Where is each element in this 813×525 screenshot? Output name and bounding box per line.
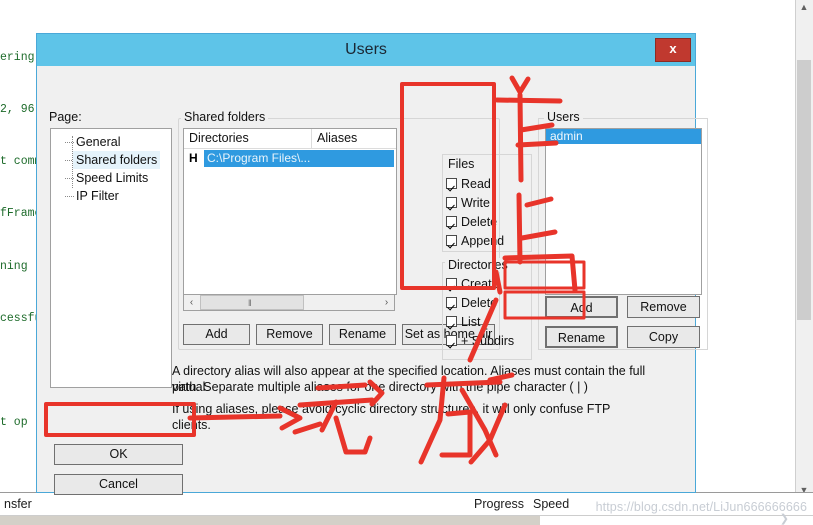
checkbox-icon[interactable] bbox=[446, 335, 457, 346]
checkbox-label: Delete bbox=[461, 296, 498, 310]
column-transfer[interactable]: nsfer bbox=[0, 493, 373, 516]
folder-remove-button[interactable]: Remove bbox=[256, 324, 323, 345]
checkbox-dir-delete[interactable]: Delete bbox=[446, 295, 497, 311]
checkbox-icon[interactable] bbox=[446, 197, 457, 208]
column-directories[interactable]: Directories bbox=[184, 129, 312, 148]
checkbox-file-append[interactable]: Append bbox=[446, 233, 504, 249]
checkbox-label: List bbox=[461, 315, 481, 329]
tree-item-general[interactable]: General bbox=[73, 133, 123, 151]
checkbox-dir-create[interactable]: Create bbox=[446, 276, 499, 292]
user-rename-button[interactable]: Rename bbox=[545, 326, 618, 348]
directory-path[interactable]: C:\Program Files\... bbox=[204, 150, 394, 167]
cancel-button[interactable]: Cancel bbox=[54, 474, 183, 495]
shared-folders-list[interactable]: Directories Aliases H C:\Program Files\.… bbox=[183, 128, 397, 295]
help-text-line-2: path. Separate multiple aliases for one … bbox=[172, 380, 588, 394]
checkbox-icon[interactable] bbox=[446, 216, 457, 227]
checkbox-file-delete[interactable]: Delete bbox=[446, 214, 497, 230]
checkbox-label: Read bbox=[461, 177, 491, 191]
checkbox-icon[interactable] bbox=[446, 178, 457, 189]
scroll-up-icon[interactable]: ▲ bbox=[797, 0, 811, 14]
checkbox-label: Append bbox=[461, 234, 505, 248]
users-legend: Users bbox=[544, 110, 583, 124]
files-legend: Files bbox=[445, 157, 478, 171]
background-vertical-scrollbar[interactable]: ▲ ▼ bbox=[795, 0, 813, 497]
dialog-body: Page: General Shared folders Speed Limit… bbox=[38, 66, 708, 495]
watermark-arrow-icon: ❯ bbox=[779, 513, 789, 525]
status-greybar bbox=[0, 516, 540, 525]
ok-button[interactable]: OK bbox=[54, 444, 183, 465]
tree-branch-icon bbox=[60, 133, 74, 151]
list-item[interactable]: admin bbox=[546, 129, 701, 144]
user-copy-button[interactable]: Copy bbox=[627, 326, 700, 348]
users-dialog: Users x Page: General Shared folders Spe… bbox=[36, 33, 708, 495]
folder-rename-button[interactable]: Rename bbox=[329, 324, 396, 345]
page-label: Page: bbox=[49, 110, 82, 124]
checkbox-icon[interactable] bbox=[446, 297, 457, 308]
help-text-line-3: If using aliases, please avoid cyclic di… bbox=[172, 402, 611, 432]
tree-item-ip-filter[interactable]: IP Filter bbox=[73, 187, 122, 205]
user-remove-button[interactable]: Remove bbox=[627, 296, 700, 318]
tree-item-speed-limits[interactable]: Speed Limits bbox=[73, 169, 151, 187]
scrollbar-thumb[interactable]: ‖ bbox=[200, 295, 304, 310]
shared-folders-horizontal-scrollbar[interactable]: ‹ ‖ › bbox=[183, 294, 395, 311]
checkbox-icon[interactable] bbox=[446, 278, 457, 289]
tree-branch-icon bbox=[60, 151, 74, 169]
watermark-url: https://blog.csdn.net/LiJun666666666 bbox=[595, 500, 807, 514]
checkbox-label: Create bbox=[461, 277, 499, 291]
directories-legend: Directories bbox=[445, 258, 511, 272]
folder-add-button[interactable]: Add bbox=[183, 324, 250, 345]
close-icon[interactable]: x bbox=[655, 38, 691, 62]
dialog-title: Users bbox=[345, 41, 387, 58]
column-aliases[interactable]: Aliases bbox=[312, 129, 396, 148]
shared-folders-list-header: Directories Aliases bbox=[184, 129, 396, 149]
page-tree[interactable]: General Shared folders Speed Limits IP F… bbox=[50, 128, 172, 388]
tree-branch-icon bbox=[60, 169, 74, 187]
scrollbar-grip-icon: ‖ bbox=[248, 298, 253, 308]
scroll-right-icon[interactable]: › bbox=[379, 295, 394, 310]
users-list[interactable]: admin bbox=[545, 128, 702, 295]
table-row[interactable]: H C:\Program Files\... bbox=[184, 150, 396, 167]
checkbox-label: + Subdirs bbox=[461, 334, 515, 348]
dialog-titlebar: Users x bbox=[37, 34, 695, 66]
column-progress[interactable]: Progress bbox=[468, 493, 539, 516]
checkbox-dir-subdirs[interactable]: + Subdirs bbox=[446, 333, 514, 349]
column-blank[interactable] bbox=[369, 493, 474, 516]
checkbox-label: Delete bbox=[461, 215, 498, 229]
shared-folders-legend: Shared folders bbox=[181, 110, 269, 124]
user-add-button[interactable]: Add bbox=[545, 296, 618, 318]
checkbox-label: Write bbox=[461, 196, 490, 210]
checkbox-icon[interactable] bbox=[446, 316, 457, 327]
home-dir-flag: H bbox=[189, 151, 198, 165]
tree-branch-icon bbox=[60, 187, 74, 205]
tree-item-shared-folders[interactable]: Shared folders bbox=[73, 151, 161, 169]
checkbox-file-write[interactable]: Write bbox=[446, 195, 490, 211]
checkbox-dir-list[interactable]: List bbox=[446, 314, 480, 330]
checkbox-file-read[interactable]: Read bbox=[446, 176, 491, 192]
scrollbar-thumb[interactable] bbox=[797, 60, 811, 320]
scroll-left-icon[interactable]: ‹ bbox=[184, 295, 199, 310]
checkbox-icon[interactable] bbox=[446, 235, 457, 246]
